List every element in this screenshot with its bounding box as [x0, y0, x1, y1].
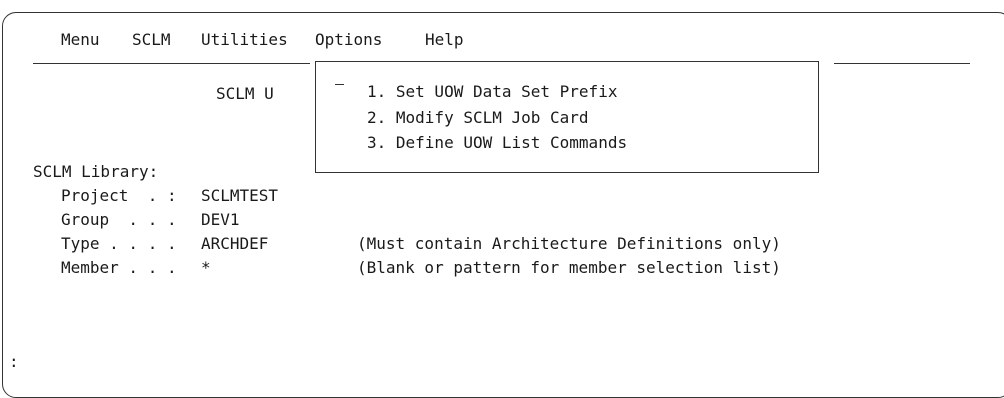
menu-item-utilities[interactable]: Utilities — [201, 30, 288, 50]
group-input[interactable]: DEV1 — [201, 210, 240, 230]
member-input[interactable]: * — [201, 258, 211, 278]
options-pulldown-popup: 1. Set UOW Data Set Prefix 2. Modify SCL… — [315, 61, 819, 173]
menu-item-menu[interactable]: Menu — [61, 30, 100, 50]
action-bar-separator-right — [834, 63, 970, 64]
panel-title: SCLM U — [216, 84, 274, 103]
option-define-uow-list-commands[interactable]: 3. Define UOW List Commands — [367, 133, 627, 153]
group-label: Group . . . — [61, 210, 177, 229]
project-value: SCLMTEST — [201, 186, 279, 205]
project-label: Project . : — [61, 186, 177, 205]
menu-item-help[interactable]: Help — [425, 30, 464, 50]
option-modify-job-card[interactable]: 2. Modify SCLM Job Card — [367, 108, 589, 128]
type-note: (Must contain Architecture Definitions o… — [357, 234, 781, 253]
more-indicator: : — [9, 352, 19, 371]
action-bar-separator-left — [33, 63, 310, 64]
library-label: SCLM Library: — [33, 162, 159, 181]
menu-item-options[interactable]: Options — [315, 30, 382, 50]
menu-item-sclm[interactable]: SCLM — [132, 30, 171, 50]
type-label: Type . . . . — [61, 234, 177, 253]
member-label: Member . . . — [61, 258, 177, 277]
option-set-uow-prefix[interactable]: 1. Set UOW Data Set Prefix — [367, 82, 617, 102]
type-input[interactable]: ARCHDEF — [201, 234, 268, 254]
member-note: (Blank or pattern for member selection l… — [357, 258, 781, 277]
selection-input-field[interactable] — [335, 84, 344, 85]
